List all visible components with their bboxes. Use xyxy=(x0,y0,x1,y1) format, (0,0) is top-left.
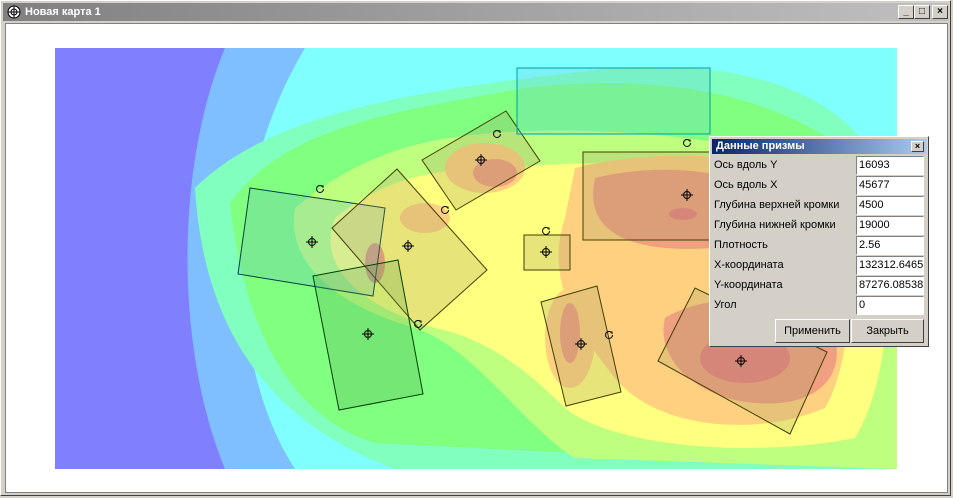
field-row-density: Плотность 2.56 xyxy=(714,236,926,255)
field-label: Угол xyxy=(714,299,737,311)
field-label: Глубина нижней кромки xyxy=(714,219,836,231)
minimize-button[interactable]: _ xyxy=(898,5,914,19)
field-input-bottom-depth[interactable]: 19000 xyxy=(856,216,924,235)
field-row-top-depth: Глубина верхней кромки 4500 xyxy=(714,196,926,215)
field-input-angle[interactable]: 0 xyxy=(856,296,924,315)
prism-data-dialog: Данные призмы × Ось вдоль Y 16093 Ось вд… xyxy=(709,136,929,347)
field-input-top-depth[interactable]: 4500 xyxy=(856,196,924,215)
field-input-y-axis[interactable]: 16093 xyxy=(856,156,924,175)
field-label: X-координата xyxy=(714,259,784,271)
field-row-y-coordinate: Y-координата 87276.08538 xyxy=(714,276,926,295)
field-row-y-axis: Ось вдоль Y 16093 xyxy=(714,156,926,175)
field-label: Глубина верхней кромки xyxy=(714,199,840,211)
field-label: Плотность xyxy=(714,239,768,251)
field-row-angle: Угол 0 xyxy=(714,296,926,315)
app-icon xyxy=(7,5,21,19)
window-title: Новая карта 1 xyxy=(25,6,101,18)
field-row-x-coordinate: X-координата 132312.6465 xyxy=(714,256,926,275)
field-input-density[interactable]: 2.56 xyxy=(856,236,924,255)
field-label: Y-координата xyxy=(714,279,783,291)
title-bar[interactable]: Новая карта 1 xyxy=(3,3,948,21)
dialog-close-icon[interactable]: × xyxy=(911,141,924,152)
field-row-bottom-depth: Глубина нижней кромки 19000 xyxy=(714,216,926,235)
maximize-button[interactable]: □ xyxy=(914,5,930,19)
field-row-x-axis: Ось вдоль X 45677 xyxy=(714,176,926,195)
field-input-y-coordinate[interactable]: 87276.08538 xyxy=(856,276,924,295)
close-button[interactable]: × xyxy=(932,5,948,19)
close-dialog-button[interactable]: Закрыть xyxy=(851,319,924,343)
dialog-title-bar[interactable]: Данные призмы × xyxy=(712,139,926,154)
field-input-x-axis[interactable]: 45677 xyxy=(856,176,924,195)
dialog-title: Данные призмы xyxy=(716,140,805,152)
field-label: Ось вдоль X xyxy=(714,179,778,191)
field-input-x-coordinate[interactable]: 132312.6465 xyxy=(856,256,924,275)
prism-2[interactable] xyxy=(516,67,711,135)
field-label: Ось вдоль Y xyxy=(714,159,778,171)
apply-button[interactable]: Применить xyxy=(775,319,850,343)
